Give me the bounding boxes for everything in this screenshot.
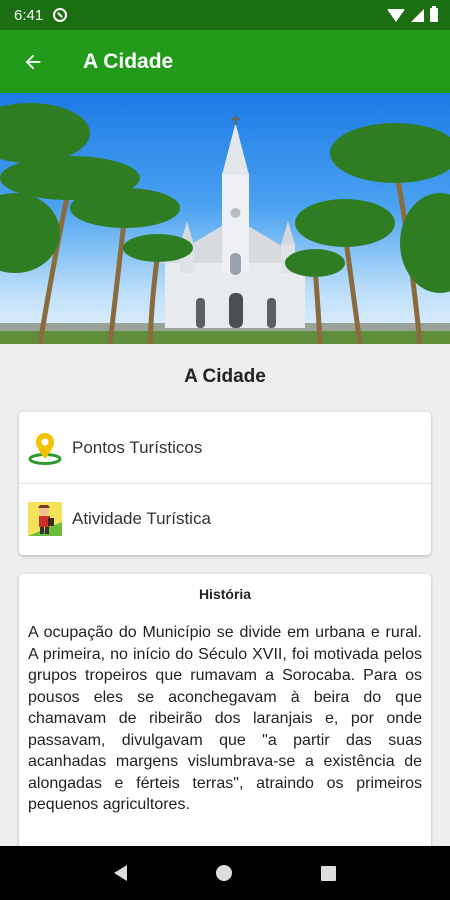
battery-icon <box>430 6 438 22</box>
page-heading: A Cidade <box>184 366 266 387</box>
nav-recents-icon[interactable] <box>320 865 336 881</box>
nav-back-icon[interactable] <box>114 865 128 881</box>
wifi-icon <box>387 8 405 22</box>
menu-item-atividade-turistica[interactable]: Atividade Turística <box>19 483 431 554</box>
menu-item-label: Pontos Turísticos <box>72 437 203 457</box>
menu-card: Pontos Turísticos Atividade Turística <box>19 412 431 555</box>
history-text: A ocupação do Município se divide em urb… <box>28 624 422 813</box>
back-button[interactable] <box>0 30 66 93</box>
nav-home-icon[interactable] <box>215 865 232 881</box>
menu-item-pontos-turisticos[interactable]: Pontos Turísticos <box>19 412 431 483</box>
status-icons <box>387 6 438 22</box>
menu-item-label: Atividade Turística <box>72 509 211 528</box>
signal-icon <box>411 8 424 22</box>
map-pin-icon <box>28 432 62 465</box>
system-nav-bar <box>0 846 450 900</box>
tourist-activity-icon <box>28 502 62 536</box>
status-bar: 6:41 <box>0 0 450 30</box>
history-card: História A ocupação do Município se divi… <box>19 574 431 874</box>
status-time: 6:41 <box>14 6 44 24</box>
church-illustration <box>0 103 450 344</box>
arrow-left-icon <box>25 54 41 69</box>
history-title: História <box>198 586 252 602</box>
notification-icon <box>53 8 68 22</box>
app-bar: A Cidade <box>0 30 450 93</box>
hero-image <box>0 93 450 344</box>
app-title: A Cidade <box>83 49 174 73</box>
